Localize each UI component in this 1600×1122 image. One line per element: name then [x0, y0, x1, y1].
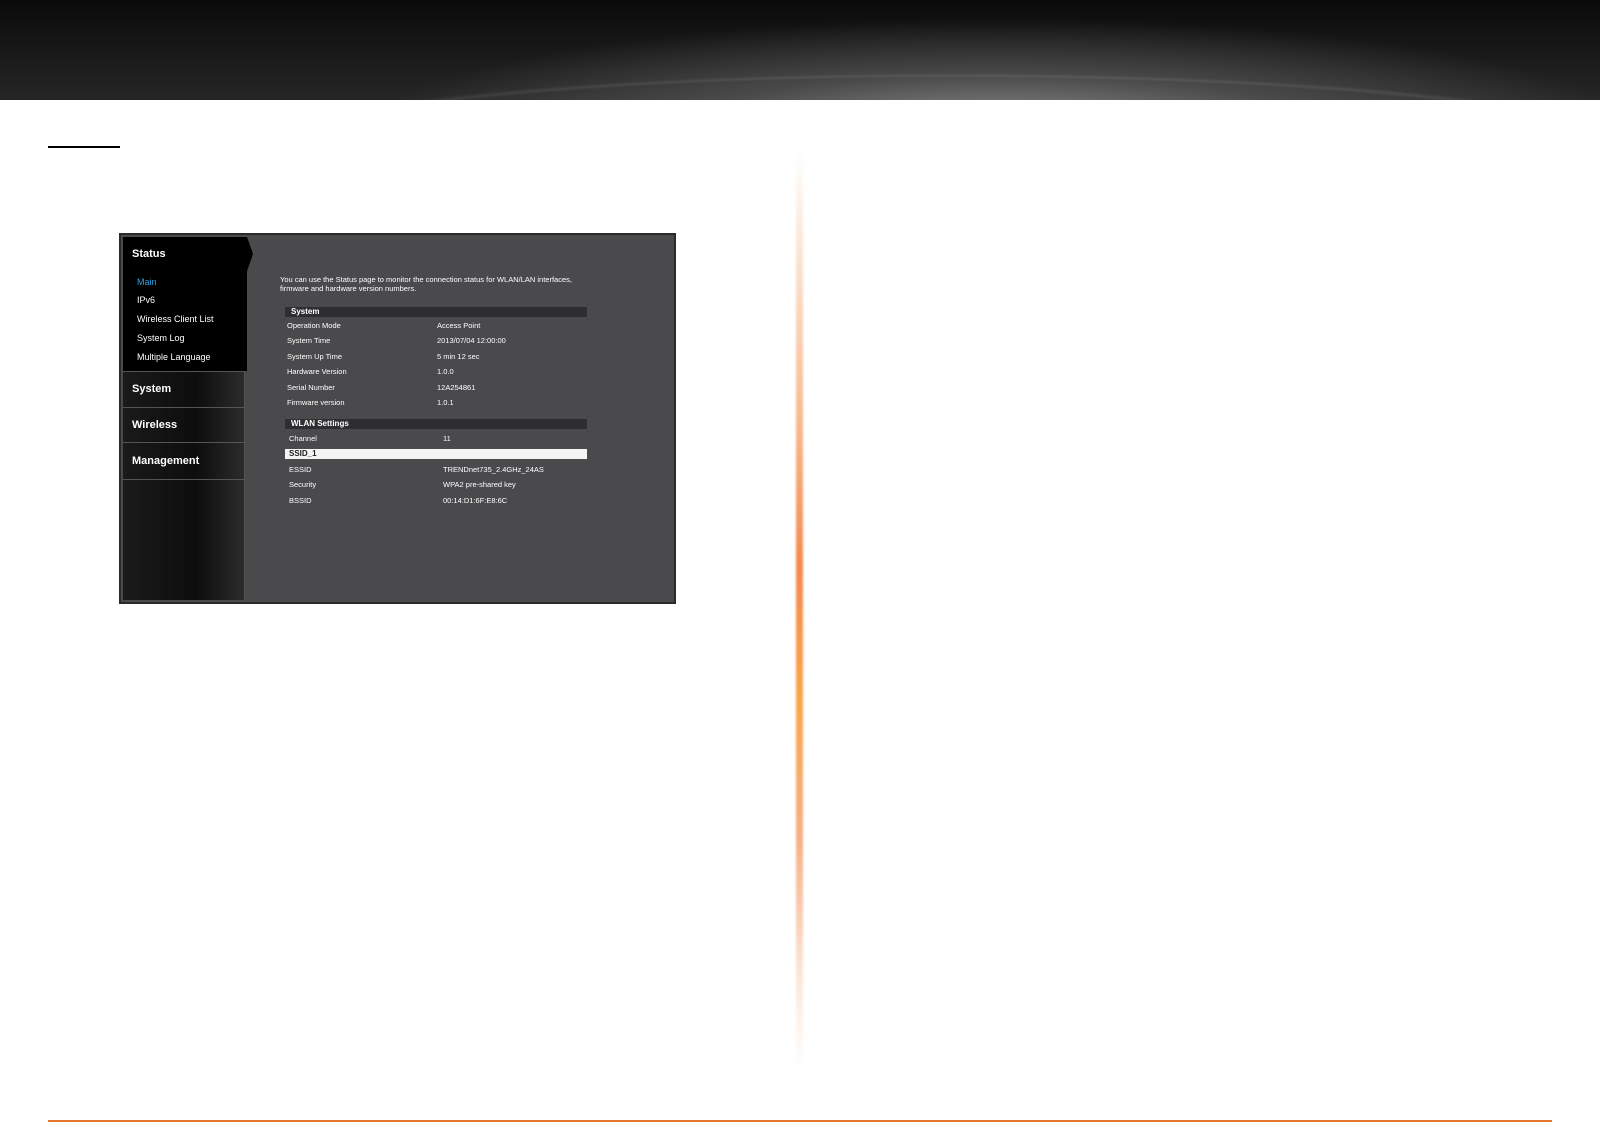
sidebar-item-ipv6[interactable]: IPv6: [137, 295, 155, 305]
intro-text: You can use the Status page to monitor t…: [280, 275, 572, 293]
system-row: Serial Number 12A254861: [285, 383, 587, 393]
row-value: 12A254861: [437, 383, 476, 392]
sidebar-item-multiple-language[interactable]: Multiple Language: [137, 352, 211, 362]
row-value: 1.0.0: [437, 367, 454, 376]
sidebar-item-wireless[interactable]: Wireless: [132, 419, 177, 431]
sidebar-divider: [123, 442, 244, 443]
row-label: System Up Time: [287, 352, 343, 361]
row-value: WPA2 pre-shared key: [443, 480, 516, 489]
status-content: You can use the Status page to monitor t…: [246, 237, 674, 600]
system-row: Operation Mode Access Point: [285, 321, 587, 331]
row-value: Access Point: [437, 321, 481, 330]
row-label: Hardware Version: [287, 367, 347, 376]
sidebar: Status Main IPv6 Wireless Client List Sy…: [123, 237, 253, 600]
row-value: 11: [443, 434, 451, 443]
sidebar-item-management[interactable]: Management: [132, 455, 199, 467]
row-label: Security: [289, 480, 317, 489]
system-row: System Time 2013/07/04 12:00:00: [285, 336, 587, 346]
row-value: 5 min 12 sec: [437, 352, 480, 361]
row-value: TRENDnet735_2.4GHz_24AS: [443, 465, 544, 474]
ssid-row: ESSID TRENDnet735_2.4GHz_24AS: [285, 465, 587, 475]
ssid-row: BSSID 00:14:D1:6F:E8:6C: [285, 496, 587, 506]
router-status-screenshot: Status Main IPv6 Wireless Client List Sy…: [119, 233, 676, 604]
row-label: Firmware version: [287, 398, 345, 407]
row-label: System Time: [287, 336, 331, 345]
row-label: ESSID: [289, 465, 312, 474]
row-label: Operation Mode: [287, 321, 341, 330]
row-label: Serial Number: [287, 383, 335, 392]
system-section-header: System: [285, 307, 587, 317]
system-row: System Up Time 5 min 12 sec: [285, 352, 587, 362]
ssid-header: SSID_1: [285, 449, 587, 459]
row-value: 1.0.1: [437, 398, 454, 407]
ssid-row: Security WPA2 pre-shared key: [285, 480, 587, 490]
sidebar-item-wireless-client-list[interactable]: Wireless Client List: [137, 314, 214, 324]
sidebar-divider: [123, 479, 244, 480]
system-row: Hardware Version 1.0.0: [285, 367, 587, 377]
sidebar-item-main[interactable]: Main: [137, 277, 157, 287]
row-value: 2013/07/04 12:00:00: [437, 336, 506, 345]
column-divider: [796, 150, 803, 1070]
sidebar-item-system[interactable]: System: [132, 383, 171, 395]
channel-row: Channel 11: [285, 434, 587, 444]
sidebar-item-status[interactable]: Status: [132, 248, 166, 260]
sidebar-divider: [123, 371, 244, 372]
heading-underline: [48, 146, 120, 148]
row-label: BSSID: [289, 496, 312, 505]
wlan-section-header: WLAN Settings: [285, 419, 587, 429]
header-banner-arc: [0, 0, 1600, 100]
sidebar-divider: [123, 407, 244, 408]
system-row: Firmware version 1.0.1: [285, 398, 587, 408]
row-label: Channel: [289, 434, 317, 443]
row-value: 00:14:D1:6F:E8:6C: [443, 496, 508, 505]
sidebar-item-system-log[interactable]: System Log: [137, 333, 185, 343]
